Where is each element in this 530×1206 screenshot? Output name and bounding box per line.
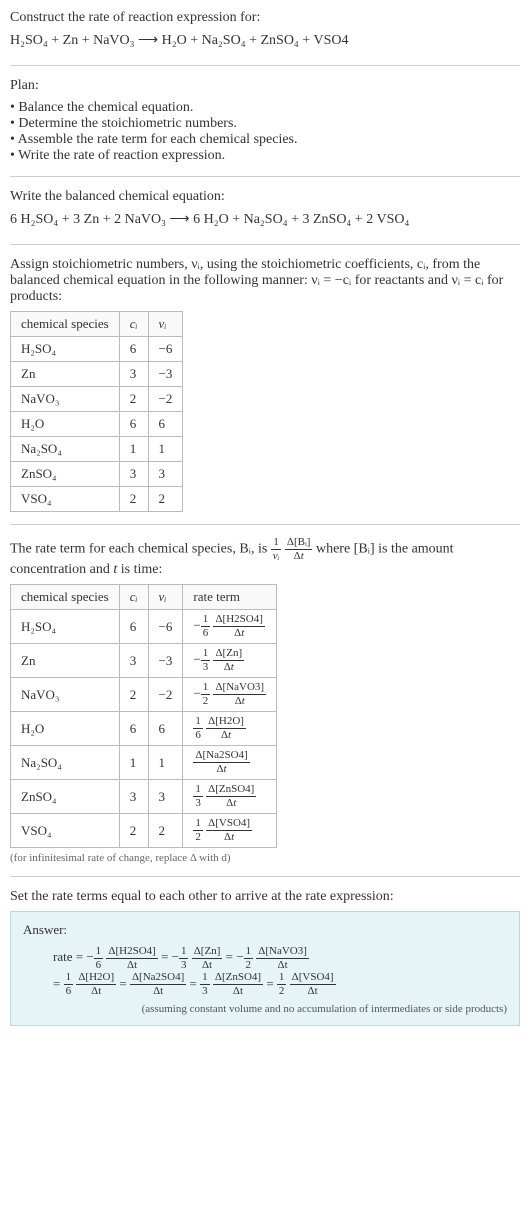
answer-line1: rate = −16 Δ[H2SO4]Δt = −13 Δ[Zn]Δt = −1… [53, 944, 507, 971]
setrate-section: Set the rate terms equal to each other t… [10, 889, 520, 1038]
table-row: Zn3−3−13 Δ[Zn]Δt [11, 644, 277, 678]
balanced-title: Write the balanced chemical equation: [10, 189, 520, 205]
plan-item: • Assemble the rate term for each chemic… [10, 132, 520, 148]
plan-list: • Balance the chemical equation. • Deter… [10, 100, 520, 164]
table-row: ZnSO₄33 [11, 462, 183, 487]
rateterm-note: (for infinitesimal rate of change, repla… [10, 852, 520, 864]
table-row: NaVO₃2−2−12 Δ[NaVO3]Δt [11, 678, 277, 712]
construct-section: Construct the rate of reaction expressio… [10, 10, 520, 66]
table-row: VSO₄2212 Δ[VSO4]Δt [11, 814, 277, 848]
plan-section: Plan: • Balance the chemical equation. •… [10, 78, 520, 177]
rateterm-table: chemical species cᵢ νᵢ rate term H₂SO₄6−… [10, 584, 277, 848]
plan-item: • Write the rate of reaction expression. [10, 148, 520, 164]
table-row: ZnSO₄3313 Δ[ZnSO4]Δt [11, 780, 277, 814]
col-nui: νᵢ [148, 585, 183, 610]
table-row: H₂O6616 Δ[H2O]Δt [11, 712, 277, 746]
frac-1-over-nu: 1νᵢ [271, 537, 282, 562]
balanced-equation: 6 H₂SO₄ + 3 Zn + 2 NaVO₃ ⟶ 6 H₂O + Na₂SO… [10, 211, 520, 228]
col-rate: rate term [183, 585, 277, 610]
construct-equation: H₂SO₄ + Zn + NaVO₃ ⟶ H₂O + Na₂SO₄ + ZnSO… [10, 32, 520, 49]
table-row: NaVO₃2−2 [11, 387, 183, 412]
stoich-section: Assign stoichiometric numbers, νᵢ, using… [10, 257, 520, 525]
rateterm-section: The rate term for each chemical species,… [10, 537, 520, 877]
answer-note: (assuming constant volume and no accumul… [23, 1003, 507, 1015]
table-row: VSO₄22 [11, 487, 183, 512]
table-row: H₂SO₄6−6 [11, 337, 183, 362]
setrate-title: Set the rate terms equal to each other t… [10, 889, 520, 905]
answer-box: Answer: rate = −16 Δ[H2SO4]Δt = −13 Δ[Zn… [10, 911, 520, 1026]
col-species: chemical species [11, 312, 120, 337]
col-ci: cᵢ [119, 585, 148, 610]
plan-title: Plan: [10, 78, 520, 94]
table-row: Zn3−3 [11, 362, 183, 387]
construct-title: Construct the rate of reaction expressio… [10, 10, 520, 26]
stoich-table: chemical species cᵢ νᵢ H₂SO₄6−6 Zn3−3 Na… [10, 311, 183, 512]
balanced-section: Write the balanced chemical equation: 6 … [10, 189, 520, 245]
table-row: Na₂SO₄11 [11, 437, 183, 462]
col-nui: νᵢ [148, 312, 183, 337]
answer-label: Answer: [23, 922, 507, 938]
table-header-row: chemical species cᵢ νᵢ [11, 312, 183, 337]
rateterm-intro: The rate term for each chemical species,… [10, 537, 520, 578]
table-row: H₂SO₄6−6−16 Δ[H2SO4]Δt [11, 610, 277, 644]
table-row: H₂O66 [11, 412, 183, 437]
answer-line2: = 16 Δ[H2O]Δt = Δ[Na2SO4]Δt = 13 Δ[ZnSO4… [53, 971, 507, 998]
plan-item: • Determine the stoichiometric numbers. [10, 116, 520, 132]
col-ci: cᵢ [119, 312, 148, 337]
table-header-row: chemical species cᵢ νᵢ rate term [11, 585, 277, 610]
table-row: Na₂SO₄11Δ[Na2SO4]Δt [11, 746, 277, 780]
frac-dBi-dt: Δ[Bᵢ]Δt [285, 537, 313, 562]
plan-item: • Balance the chemical equation. [10, 100, 520, 116]
col-species: chemical species [11, 585, 120, 610]
stoich-intro: Assign stoichiometric numbers, νᵢ, using… [10, 257, 520, 305]
